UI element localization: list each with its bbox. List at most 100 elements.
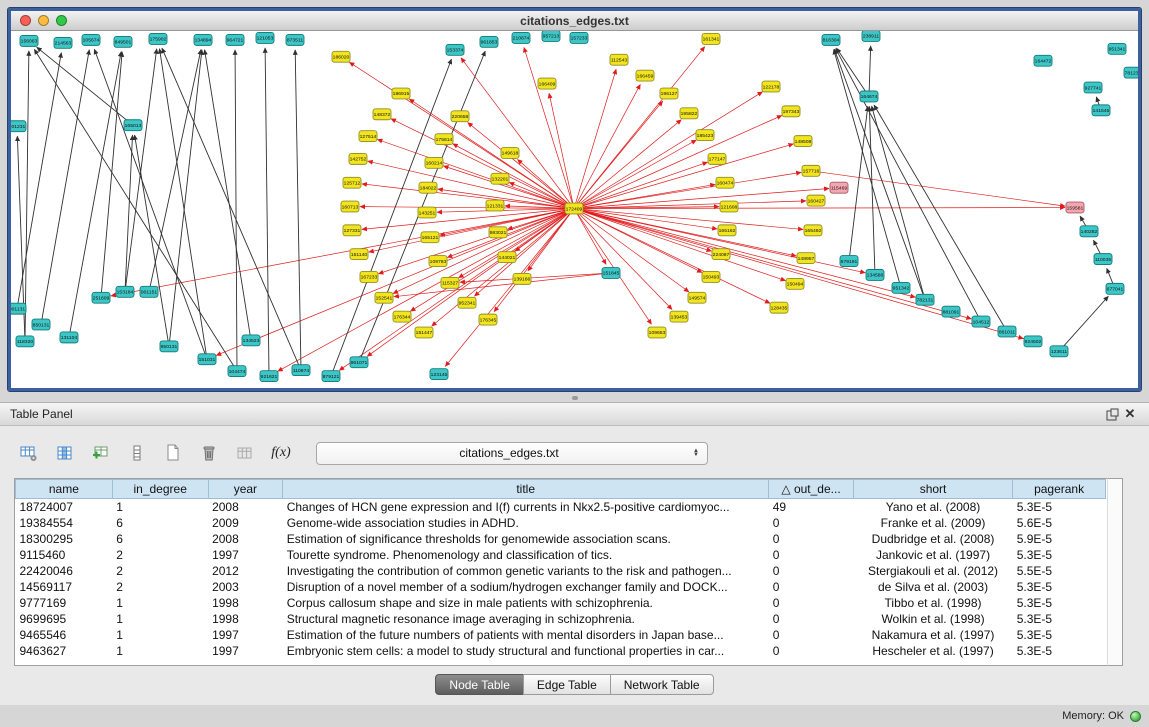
graph-node[interactable]: 110035 (1094, 254, 1112, 265)
graph-edge[interactable] (834, 49, 901, 287)
column-header-title[interactable]: title (283, 480, 769, 499)
graph-node[interactable]: 951342 (892, 282, 910, 293)
graph-node[interactable]: 901231 (11, 121, 26, 132)
graph-edge[interactable] (574, 69, 616, 208)
graph-edge[interactable] (101, 52, 122, 298)
graph-node[interactable]: 210874 (512, 32, 530, 43)
cell-year[interactable]: 2003 (208, 579, 283, 595)
graph-node[interactable]: 157233 (570, 32, 588, 43)
graph-node[interactable]: 125712 (343, 177, 361, 188)
graph-node[interactable]: 139166 (513, 273, 531, 284)
cell-out_degree[interactable]: 0 (769, 531, 854, 547)
graph-edge[interactable] (391, 119, 574, 209)
graph-edge[interactable] (524, 47, 574, 208)
cell-short[interactable]: Yano et al. (2008) (853, 499, 1012, 516)
table-row[interactable]: 969969511998Structural magnetic resonanc… (16, 611, 1106, 627)
cell-name[interactable]: 9777169 (16, 595, 113, 611)
window-titlebar[interactable]: citations_edges.txt (11, 11, 1138, 31)
graph-node[interactable]: 185423 (696, 130, 714, 141)
graph-node[interactable]: 195822 (680, 108, 698, 119)
cell-out_degree[interactable]: 0 (769, 563, 854, 579)
graph-node[interactable]: 921621 (260, 371, 278, 382)
table-row[interactable]: 1872400712008Changes of HCN gene express… (16, 499, 1106, 516)
cell-in_degree[interactable]: 1 (112, 611, 208, 627)
cell-in_degree[interactable]: 2 (112, 547, 208, 563)
graph-edge[interactable] (432, 209, 574, 327)
graph-edge[interactable] (339, 209, 574, 371)
cell-in_degree[interactable]: 6 (112, 531, 208, 547)
graph-node[interactable]: 157716 (802, 165, 820, 176)
cell-out_degree[interactable]: 0 (769, 627, 854, 643)
cell-pagerank[interactable]: 5.3E-5 (1013, 579, 1106, 595)
cell-year[interactable]: 2012 (208, 563, 283, 579)
table-row[interactable]: 1830029562008Estimation of significance … (16, 531, 1106, 547)
cell-title[interactable]: Investigating the contribution of common… (283, 563, 769, 579)
graph-node[interactable]: 160474 (716, 177, 734, 188)
cell-out_degree[interactable]: 0 (769, 643, 854, 659)
graph-node[interactable]: 123145 (430, 369, 448, 380)
graph-edge[interactable] (849, 106, 868, 261)
graph-node[interactable]: 122178 (762, 81, 780, 92)
column-header-out_degree[interactable]: △ out_de... (769, 480, 854, 499)
graph-node[interactable]: 164472 (1034, 55, 1052, 66)
graph-node[interactable]: 149618 (501, 148, 519, 159)
graph-node[interactable]: 153184 (116, 286, 134, 297)
graph-node[interactable]: 950131 (160, 341, 178, 352)
graph-node[interactable]: 901131 (11, 303, 26, 314)
cell-year[interactable]: 2009 (208, 515, 283, 531)
network-canvas[interactable]: 1724091560632145631056748495011759021348… (11, 31, 1138, 388)
graph-node[interactable]: 224087 (712, 249, 730, 260)
graph-edge[interactable] (574, 209, 865, 273)
graph-node[interactable]: 677041 (1106, 283, 1124, 294)
graph-node[interactable]: 197343 (782, 106, 800, 117)
cell-pagerank[interactable]: 5.3E-5 (1013, 643, 1106, 659)
graph-node[interactable]: 160427 (807, 195, 825, 206)
graph-edge[interactable] (459, 209, 574, 278)
minimize-window-icon[interactable] (38, 15, 49, 26)
cell-year[interactable]: 1997 (208, 627, 283, 643)
graph-edge[interactable] (125, 135, 133, 292)
cell-year[interactable]: 2008 (208, 499, 283, 516)
graph-node[interactable]: 849501 (114, 36, 132, 47)
cell-name[interactable]: 18300295 (16, 531, 113, 547)
graph-node[interactable]: 782131 (916, 294, 934, 305)
graph-node[interactable]: 196127 (660, 88, 678, 99)
graph-node[interactable]: 132201 (491, 173, 509, 184)
table-row[interactable]: 1456911722003Disruption of a novel membe… (16, 579, 1106, 595)
cell-in_degree[interactable]: 2 (112, 563, 208, 579)
tab-node-table[interactable]: Node Table (435, 674, 524, 695)
graph-edge[interactable] (869, 106, 875, 275)
graph-node[interactable]: 165162 (718, 225, 736, 236)
graph-node[interactable]: 150494 (786, 278, 804, 289)
graph-node[interactable]: 152541 (375, 292, 393, 303)
graph-node[interactable]: 115469 (830, 182, 848, 193)
cell-in_degree[interactable]: 6 (112, 515, 208, 531)
graph-node[interactable]: 679191 (840, 256, 858, 267)
graph-edge[interactable] (162, 48, 301, 370)
graph-node[interactable]: 153374 (446, 44, 464, 55)
graph-node[interactable]: 127514 (359, 131, 377, 142)
graph-edge[interactable] (394, 273, 611, 297)
graph-node[interactable]: 156063 (20, 35, 38, 46)
column-header-short[interactable]: short (853, 480, 1012, 499)
cell-name[interactable]: 9699695 (16, 611, 113, 627)
cell-year[interactable]: 1998 (208, 611, 283, 627)
cell-name[interactable]: 14569117 (16, 579, 113, 595)
add-column-icon[interactable] (86, 440, 116, 466)
graph-edge[interactable] (377, 139, 574, 208)
graph-edge[interactable] (169, 50, 202, 347)
graph-node[interactable]: 144021 (498, 252, 516, 263)
graph-node[interactable]: 164674 (860, 91, 878, 102)
cell-out_degree[interactable]: 0 (769, 579, 854, 595)
cell-in_degree[interactable]: 1 (112, 643, 208, 659)
graph-node[interactable]: 166459 (636, 70, 654, 81)
graph-node[interactable]: 873511 (286, 34, 304, 45)
cell-name[interactable]: 9463627 (16, 643, 113, 659)
graph-edge[interactable] (574, 144, 793, 209)
graph-node[interactable]: 952341 (458, 297, 476, 308)
cell-title[interactable]: Estimation of the future numbers of pati… (283, 627, 769, 643)
cell-short[interactable]: Jankovic et al. (1997) (853, 547, 1012, 563)
cell-title[interactable]: Tourette syndrome. Phenomenology and cla… (283, 547, 769, 563)
cell-out_degree[interactable]: 0 (769, 515, 854, 531)
function-icon[interactable]: f(x) (266, 440, 296, 466)
